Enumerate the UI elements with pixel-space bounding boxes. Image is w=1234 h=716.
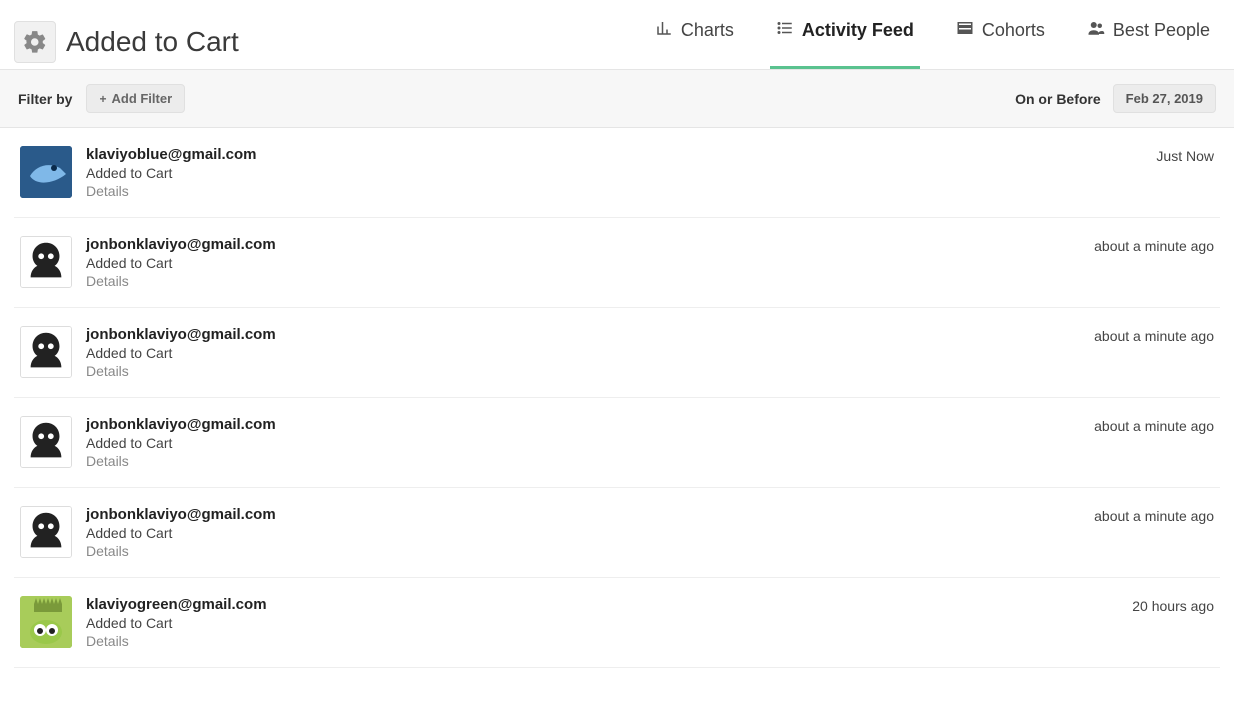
add-filter-button[interactable]: + Add Filter bbox=[86, 84, 185, 113]
nav-best-people[interactable]: Best People bbox=[1081, 9, 1216, 69]
feed-email[interactable]: jonbonklaviyo@gmail.com bbox=[86, 326, 276, 343]
feed-action: Added to Cart bbox=[86, 345, 276, 361]
gear-icon bbox=[14, 21, 56, 63]
filter-bar: Filter by + Add Filter On or Before Feb … bbox=[0, 70, 1234, 128]
top-nav: Charts Activity Feed Cohorts Best People bbox=[649, 14, 1216, 69]
feed-item: jonbonklaviyo@gmail.com Added to Cart De… bbox=[14, 398, 1220, 488]
nav-label: Charts bbox=[681, 20, 734, 41]
avatar[interactable] bbox=[20, 236, 72, 288]
feed-timestamp: about a minute ago bbox=[1094, 416, 1214, 434]
nav-cohorts[interactable]: Cohorts bbox=[950, 9, 1051, 69]
page-header: Added to Cart Charts Activity Feed Cohor… bbox=[0, 0, 1234, 70]
feed-email[interactable]: jonbonklaviyo@gmail.com bbox=[86, 236, 276, 253]
date-value: Feb 27, 2019 bbox=[1126, 91, 1203, 106]
feed-details-link[interactable]: Details bbox=[86, 363, 276, 379]
date-picker-button[interactable]: Feb 27, 2019 bbox=[1113, 84, 1216, 113]
people-icon bbox=[1087, 19, 1105, 42]
filter-right: On or Before Feb 27, 2019 bbox=[1015, 84, 1216, 113]
avatar[interactable] bbox=[20, 326, 72, 378]
feed-timestamp: about a minute ago bbox=[1094, 236, 1214, 254]
nav-activity-feed[interactable]: Activity Feed bbox=[770, 9, 920, 69]
feed-item: jonbonklaviyo@gmail.com Added to Cart De… bbox=[14, 218, 1220, 308]
avatar[interactable] bbox=[20, 506, 72, 558]
feed-timestamp: about a minute ago bbox=[1094, 506, 1214, 524]
feed-email[interactable]: klaviyoblue@gmail.com bbox=[86, 146, 257, 163]
avatar[interactable] bbox=[20, 146, 72, 198]
feed-email[interactable]: klaviyogreen@gmail.com bbox=[86, 596, 267, 613]
feed-details-link[interactable]: Details bbox=[86, 453, 276, 469]
nav-label: Activity Feed bbox=[802, 20, 914, 41]
nav-label: Cohorts bbox=[982, 20, 1045, 41]
feed-action: Added to Cart bbox=[86, 435, 276, 451]
add-filter-label: Add Filter bbox=[111, 91, 172, 106]
avatar[interactable] bbox=[20, 596, 72, 648]
page-title: Added to Cart bbox=[66, 26, 239, 58]
avatar[interactable] bbox=[20, 416, 72, 468]
feed-action: Added to Cart bbox=[86, 165, 257, 181]
feed-email[interactable]: jonbonklaviyo@gmail.com bbox=[86, 506, 276, 523]
nav-charts[interactable]: Charts bbox=[649, 9, 740, 69]
feed-action: Added to Cart bbox=[86, 615, 267, 631]
feed-action: Added to Cart bbox=[86, 525, 276, 541]
feed-details-link[interactable]: Details bbox=[86, 543, 276, 559]
feed-item: jonbonklaviyo@gmail.com Added to Cart De… bbox=[14, 488, 1220, 578]
feed-timestamp: Just Now bbox=[1156, 146, 1214, 164]
nav-label: Best People bbox=[1113, 20, 1210, 41]
feed-email[interactable]: jonbonklaviyo@gmail.com bbox=[86, 416, 276, 433]
feed-action: Added to Cart bbox=[86, 255, 276, 271]
list-icon bbox=[776, 19, 794, 42]
activity-feed-list: klaviyoblue@gmail.com Added to Cart Deta… bbox=[0, 128, 1234, 668]
feed-details-link[interactable]: Details bbox=[86, 273, 276, 289]
feed-item: klaviyogreen@gmail.com Added to Cart Det… bbox=[14, 578, 1220, 668]
feed-details-link[interactable]: Details bbox=[86, 183, 257, 199]
header-left: Added to Cart bbox=[14, 21, 239, 63]
chart-bar-icon bbox=[655, 19, 673, 42]
filter-left: Filter by + Add Filter bbox=[18, 84, 185, 113]
feed-timestamp: 20 hours ago bbox=[1132, 596, 1214, 614]
filter-by-label: Filter by bbox=[18, 91, 72, 107]
layers-icon bbox=[956, 19, 974, 42]
feed-item: klaviyoblue@gmail.com Added to Cart Deta… bbox=[14, 128, 1220, 218]
plus-icon: + bbox=[99, 92, 106, 106]
feed-details-link[interactable]: Details bbox=[86, 633, 267, 649]
feed-timestamp: about a minute ago bbox=[1094, 326, 1214, 344]
feed-item: jonbonklaviyo@gmail.com Added to Cart De… bbox=[14, 308, 1220, 398]
date-range-label: On or Before bbox=[1015, 91, 1101, 107]
